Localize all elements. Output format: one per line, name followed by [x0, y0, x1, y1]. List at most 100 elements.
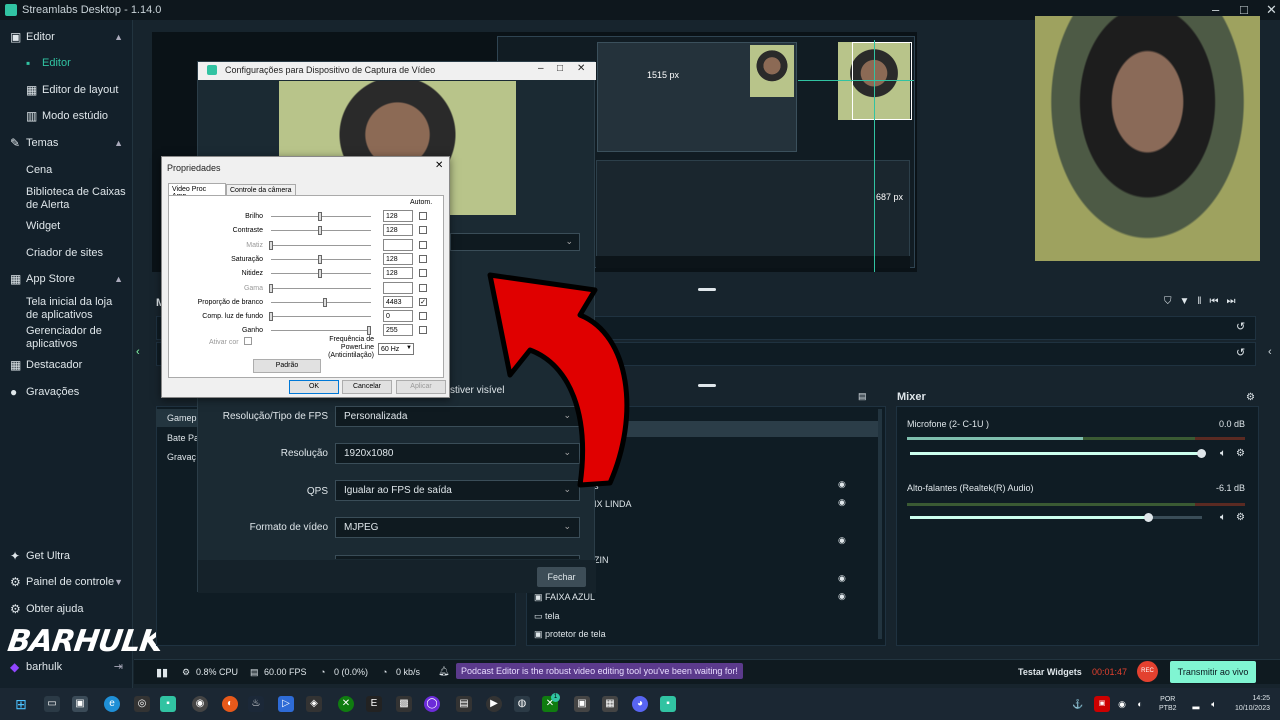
visibility-icon[interactable]: ◉ — [838, 535, 846, 546]
minimize-icon[interactable]: – — [538, 63, 544, 74]
property-slider-knob[interactable] — [269, 240, 273, 250]
app-icon[interactable]: ◍ — [514, 696, 530, 712]
chevron-up-icon[interactable]: ▲ — [114, 31, 123, 44]
property-auto-checkbox[interactable] — [419, 254, 427, 263]
app-icon[interactable]: ▣ — [574, 696, 590, 712]
resize-handle-top[interactable] — [698, 288, 716, 291]
tray-icon[interactable]: ⚓ — [1070, 696, 1086, 712]
edge-icon[interactable]: e — [104, 696, 120, 712]
notification-banner[interactable]: Podcast Editor is the robust video editi… — [456, 663, 743, 679]
channel-settings-icon[interactable]: ⚙ — [1236, 448, 1245, 459]
logout-icon[interactable]: ⇥ — [114, 661, 123, 674]
add-folder-icon[interactable]: ▤ — [858, 391, 867, 402]
app-icon[interactable]: ◈ — [306, 696, 322, 712]
volume-icon[interactable]: ◐ — [1132, 696, 1148, 712]
collapse-right-icon[interactable]: ‹ — [1268, 346, 1272, 358]
property-auto-checkbox[interactable] — [419, 283, 427, 292]
chrome-icon[interactable]: ◉ — [192, 696, 208, 712]
minimize-icon[interactable]: – — [1212, 2, 1219, 17]
wifi-icon[interactable]: ▂ — [1188, 696, 1204, 712]
property-value[interactable]: 128 — [383, 224, 413, 237]
selection-box[interactable] — [852, 42, 912, 120]
property-slider-knob[interactable] — [318, 212, 322, 221]
apply-button[interactable]: Aplicar — [396, 380, 446, 394]
property-slider-knob[interactable] — [367, 326, 371, 336]
scene-toolbar-icons[interactable]: ⛉▼‖⏮⏭ — [1164, 296, 1244, 307]
default-button[interactable]: Padrão — [253, 359, 321, 373]
close-icon[interactable]: ✕ — [577, 63, 585, 74]
property-value[interactable]: 4483 — [383, 295, 413, 308]
property-value[interactable]: 128 — [383, 252, 413, 265]
mixer-settings-icon[interactable]: ⚙ — [1246, 392, 1255, 403]
language-indicator[interactable]: POR PTB2 — [1159, 695, 1177, 713]
property-auto-checkbox[interactable] — [419, 269, 427, 278]
property-value[interactable]: 0 — [383, 310, 413, 323]
windows-start-icon[interactable]: ⊞ — [13, 696, 29, 712]
cancel-button[interactable]: Cancelar — [342, 380, 392, 394]
resize-handle-bottom[interactable] — [698, 384, 716, 387]
source-item-protetor[interactable]: ▣ protetor de tela — [534, 629, 606, 640]
property-auto-checkbox[interactable] — [419, 326, 427, 335]
app-icon[interactable]: ▷ — [278, 696, 294, 712]
scene-item[interactable]: Gamep — [167, 413, 197, 423]
epic-games-icon[interactable]: E — [366, 696, 382, 712]
app-icon[interactable]: ▦ — [602, 696, 618, 712]
stats-icon[interactable]: ▮▮ — [156, 666, 168, 679]
visibility-icon[interactable]: ◉ — [838, 479, 846, 490]
channel-settings-icon[interactable]: ⚙ — [1236, 512, 1245, 523]
task-view-icon[interactable]: ▭ — [44, 696, 60, 712]
collapse-left-icon[interactable]: ‹ — [136, 346, 140, 358]
property-auto-checkbox[interactable]: ✓ — [419, 297, 427, 306]
property-slider[interactable] — [271, 330, 371, 333]
app-icon[interactable]: ▪ — [660, 696, 676, 712]
scene-item[interactable]: Gravaç — [167, 452, 196, 462]
app-icon[interactable]: ◯ — [424, 696, 440, 712]
close-icon[interactable]: ✕ — [1266, 2, 1277, 18]
go-live-button[interactable]: Transmitir ao vivo — [1170, 661, 1256, 683]
mixer-volume-slider-0[interactable] — [910, 449, 1206, 458]
chevron-up-icon[interactable]: ▲ — [114, 137, 123, 150]
close-button[interactable]: Fechar — [537, 567, 586, 587]
reset-icon-2[interactable]: ↺ — [1236, 346, 1245, 359]
property-slider[interactable] — [271, 301, 371, 304]
property-value[interactable] — [383, 281, 413, 294]
property-auto-checkbox[interactable] — [419, 240, 427, 249]
app-icon[interactable]: ▩ — [396, 696, 412, 712]
volume-icon[interactable]: 🔈︎ — [1220, 448, 1226, 459]
property-value[interactable]: 255 — [383, 324, 413, 337]
mixer-volume-slider-1[interactable] — [910, 513, 1202, 522]
video-format-select[interactable]: MJPEG ⌄ — [335, 517, 580, 538]
streamlabs-taskbar-icon[interactable]: ▪ — [160, 696, 176, 712]
steam-icon[interactable]: ♨ — [248, 696, 264, 712]
visibility-icon[interactable]: ◉ — [838, 497, 846, 508]
close-icon[interactable]: ✕ — [435, 160, 443, 171]
source-item[interactable]: ZIN — [594, 555, 609, 565]
rec-button[interactable]: REC — [1137, 661, 1158, 682]
property-slider-knob[interactable] — [318, 254, 322, 264]
property-value[interactable]: 128 — [383, 210, 413, 222]
property-slider[interactable] — [271, 287, 371, 290]
browser-icon[interactable]: ◐ — [222, 696, 238, 712]
property-auto-checkbox[interactable] — [419, 312, 427, 321]
property-auto-checkbox[interactable] — [419, 212, 427, 220]
reset-icon[interactable]: ↺ — [1236, 320, 1245, 333]
maximize-icon[interactable]: □ — [557, 63, 563, 74]
property-slider-knob[interactable] — [322, 297, 327, 307]
property-slider-knob[interactable] — [318, 269, 322, 279]
property-slider-knob[interactable] — [269, 312, 273, 322]
maximize-icon[interactable]: □ — [1240, 2, 1248, 17]
property-value[interactable] — [383, 238, 413, 251]
chevron-up-icon[interactable]: ▲ — [114, 273, 123, 286]
property-value[interactable]: 128 — [383, 267, 413, 280]
network-icon[interactable]: ◉ — [1114, 696, 1130, 712]
visibility-icon[interactable]: ◉ — [838, 591, 846, 602]
property-auto-checkbox[interactable] — [419, 226, 427, 235]
notification-bell-icon[interactable]: 🔔︎ — [438, 666, 449, 677]
tray-icon[interactable]: ▣ — [1094, 696, 1110, 712]
test-widgets-button[interactable]: Testar Widgets — [1018, 667, 1082, 677]
color-enable-checkbox[interactable] — [244, 337, 252, 345]
property-slider[interactable] — [271, 316, 371, 319]
visibility-icon[interactable]: ◉ — [838, 573, 846, 584]
clock[interactable]: 14:25 10/10/2023 — [1228, 694, 1270, 714]
mixer-volume-knob[interactable] — [1197, 449, 1206, 458]
